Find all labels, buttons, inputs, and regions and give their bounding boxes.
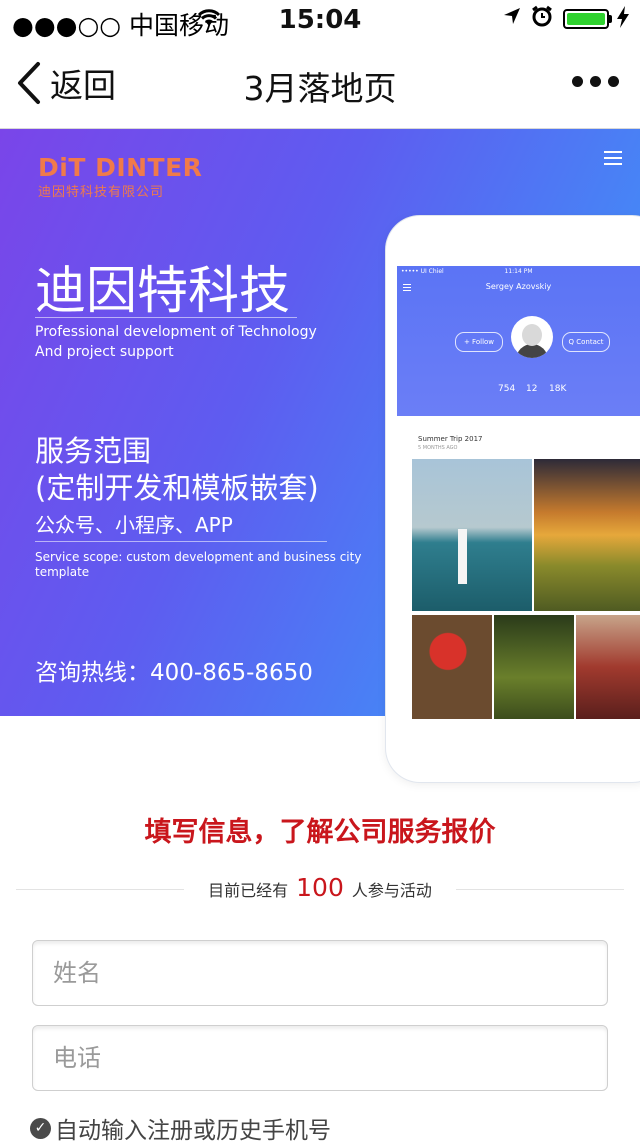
banner-subtitle-1: Professional development of Technology: [35, 324, 317, 340]
mushroom-photo: [412, 615, 492, 719]
portrait-photo: [576, 615, 640, 719]
mockup-contact-button: Q Contact: [562, 332, 610, 352]
divider: [35, 317, 297, 318]
service-en-line-2: template: [35, 565, 90, 579]
service-heading: 服务范围: [35, 434, 152, 468]
checkmark-icon: ✓: [30, 1117, 51, 1139]
count-suffix: 人参与活动: [351, 881, 432, 900]
phone-field-wrapper: [32, 1025, 608, 1091]
mockup-follow-button: + Follow: [455, 332, 503, 352]
phone-input[interactable]: [33, 1026, 607, 1090]
hotline: 咨询热线：400-865-8650: [35, 660, 313, 686]
battery-icon: [563, 9, 609, 29]
count-prefix: 目前已经有: [208, 881, 289, 900]
mockup-time: 11:14 PM: [504, 268, 533, 275]
banner-title: 迪因特科技: [35, 262, 291, 321]
auto-fill-phone-option[interactable]: ✓ 自动输入注册或历史手机号: [30, 1111, 331, 1145]
location-arrow-icon: [502, 6, 522, 32]
card-title: Summer Trip 2017: [418, 435, 483, 443]
company-logo: DiT DINTER: [38, 153, 203, 182]
nav-bar: 返回 3月落地页: [0, 40, 640, 129]
alarm-icon: [531, 5, 553, 33]
page-title: 3月落地页: [243, 69, 397, 108]
company-logo-subtitle: 迪因特科技有限公司: [38, 185, 165, 200]
butterfly-photo: [494, 615, 574, 719]
battery-tip: [609, 15, 612, 23]
form-heading: 填写信息，了解公司服务报价: [144, 817, 496, 848]
divider: [16, 889, 184, 890]
profile-name: Sergey Azovskiy: [485, 282, 552, 291]
participant-count: 目前已经有 100 人参与活动: [190, 873, 450, 902]
service-en-line-1: Service scope: custom development and bu…: [35, 550, 362, 564]
hamburger-menu-icon[interactable]: [604, 151, 622, 169]
more-menu-icon[interactable]: [572, 76, 619, 87]
banner-subtitle-2: And project support: [35, 344, 174, 360]
divider: [35, 541, 327, 542]
status-bar: ●●●○○ 中国移动 15:04: [0, 0, 640, 40]
stat-value: 18K: [549, 384, 567, 394]
lighthouse-photo: [412, 459, 532, 611]
stat-value: 754: [498, 384, 516, 394]
avatar: [511, 316, 553, 358]
photo-card: Summer Trip 2017 5 MONTHS AGO: [410, 429, 640, 729]
count-value: 100: [296, 873, 344, 902]
card-subtitle: 5 MONTHS AGO: [418, 445, 458, 451]
battery-level: [567, 13, 605, 25]
charging-bolt-icon: [617, 6, 629, 34]
service-channels: 公众号、小程序、APP: [35, 513, 233, 537]
divider: [456, 889, 624, 890]
sunset-photo: [534, 459, 640, 611]
auto-fill-label: 自动输入注册或历史手机号: [55, 1118, 331, 1144]
stat-value: 12: [526, 384, 538, 394]
name-field-wrapper: [32, 940, 608, 1006]
phone-mockup-screen: ••••• UI Chiel 11:14 PM Sergey Azovskiy …: [397, 266, 640, 730]
service-detail: (定制开发和模板嵌套): [35, 471, 319, 505]
profile-header: ••••• UI Chiel 11:14 PM Sergey Azovskiy …: [397, 266, 640, 416]
name-input[interactable]: [33, 941, 607, 1005]
